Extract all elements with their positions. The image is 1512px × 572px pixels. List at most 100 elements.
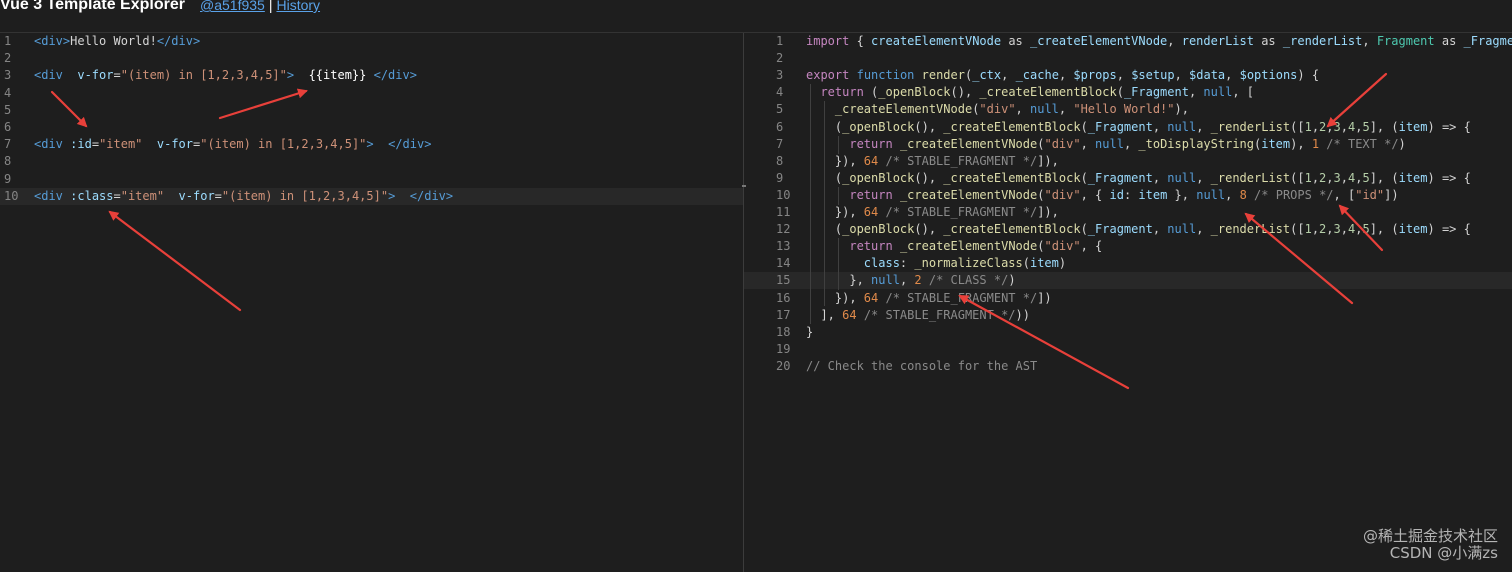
code-line: 7 return _createElementVNode("div", null… — [744, 136, 1512, 153]
code-token: /* STABLE_FRAGMENT */ — [885, 290, 1038, 305]
code-token: ) { — [1297, 68, 1320, 83]
code-token: item — [1261, 136, 1291, 151]
code-token: , — [1225, 187, 1240, 202]
watermark-line-2: CSDN @小满zs — [1389, 544, 1498, 562]
code-text: }), 64 /* STABLE_FRAGMENT */]) — [806, 290, 1052, 307]
code-token: , { — [1080, 239, 1103, 254]
line-number: 8 — [4, 154, 12, 169]
code-line: 14 class: _normalizeClass(item) — [744, 255, 1512, 272]
code-token: null — [1203, 85, 1233, 100]
code-token: ], ( — [1369, 222, 1399, 237]
code-token: $setup — [1131, 68, 1175, 83]
code-token: }), — [806, 153, 864, 168]
code-token: _openBlock — [842, 222, 915, 237]
code-token: ) => { — [1427, 222, 1471, 237]
code-token: "div" — [1044, 239, 1081, 254]
code-token: "(item) in [1,2,3,4,5]" — [221, 188, 389, 203]
code-token: }), — [806, 290, 864, 305]
code-text: (_openBlock(), _createElementBlock(_Frag… — [806, 170, 1471, 187]
code-token: _openBlock — [878, 85, 951, 100]
line-number: 4 — [776, 85, 784, 100]
code-token: function — [856, 68, 915, 83]
code-token: ]) — [1037, 290, 1052, 305]
code-token: _renderList — [1210, 222, 1291, 237]
code-token: v-for — [156, 137, 193, 152]
template-editor[interactable]: 1 <div>Hello World!</div> 2 3 <div v-for="(i… — [0, 33, 743, 572]
code-token: )) — [1015, 307, 1030, 322]
commit-link[interactable]: @a51f935 — [200, 0, 265, 13]
code-token: _ctx — [972, 68, 1002, 83]
code-token: _openBlock — [842, 119, 915, 134]
code-token: <div — [34, 68, 63, 83]
code-token: ]) — [1384, 187, 1399, 202]
line-number: 16 — [776, 290, 791, 305]
code-token: null — [1196, 187, 1226, 202]
line-number: 2 — [776, 51, 784, 66]
line-number: 3 — [776, 68, 784, 83]
header-links: @a51f935 | History — [200, 0, 320, 13]
line-number: 5 — [4, 102, 12, 117]
code-token: ) => { — [1427, 119, 1471, 134]
line-number: 6 — [4, 120, 12, 134]
code-token: _createElementVNode — [899, 136, 1038, 151]
code-token: , — [1311, 222, 1320, 237]
code-token: class — [863, 256, 900, 271]
watermark-line-1: @稀土掘金技术社区 — [1362, 527, 1498, 545]
code-token: 5 — [1362, 222, 1370, 237]
code-token: , — [1123, 136, 1139, 151]
code-line: 18} — [744, 324, 1512, 341]
code-token: , — [1326, 170, 1334, 185]
code-token: v-for — [178, 188, 215, 203]
code-token: v-for — [77, 68, 114, 83]
code-token: 1 — [1304, 170, 1312, 185]
code-token: _openBlock — [842, 170, 915, 185]
history-link[interactable]: History — [276, 0, 320, 13]
code-token: 3 — [1333, 222, 1341, 237]
code-token: return — [849, 187, 893, 202]
code-token: , { — [1080, 187, 1110, 202]
code-token: = — [113, 188, 121, 203]
code-line: 13 return _createElementVNode("div", { — [744, 238, 1512, 255]
code-token: ), — [1290, 136, 1312, 151]
code-token: = — [214, 188, 222, 203]
code-line: 2 — [744, 50, 1512, 67]
code-token: ( — [1022, 256, 1030, 271]
code-line: 16 }), 64 /* STABLE_FRAGMENT */]) — [744, 290, 1512, 307]
code-token: as — [1253, 34, 1283, 48]
code-token: $props — [1073, 68, 1117, 83]
code-token: : — [1123, 187, 1139, 202]
code-token: ], ( — [1369, 119, 1399, 134]
code-token: as — [1001, 34, 1030, 48]
code-text: <div>Hello World!</div> — [34, 33, 200, 50]
line-number: 9 — [4, 171, 12, 186]
code-token: }), — [806, 205, 864, 219]
code-token: , — [1326, 222, 1334, 237]
code-token: 5 — [1362, 119, 1370, 134]
code-token: > — [366, 137, 374, 152]
code-text: ], 64 /* STABLE_FRAGMENT */)) — [806, 307, 1030, 324]
code-token: ]), — [1037, 153, 1059, 168]
code-line: 8 }), 64 /* STABLE_FRAGMENT */]), — [744, 153, 1512, 170]
code-token: } — [806, 324, 814, 339]
code-text: return _createElementVNode("div", { id: … — [806, 187, 1399, 204]
line-number: 19 — [776, 341, 791, 356]
code-token: 2 — [914, 273, 922, 288]
line-number: 13 — [776, 239, 791, 254]
code-text: }), 64 /* STABLE_FRAGMENT */]), — [806, 153, 1059, 170]
code-token: /* TEXT */ — [1326, 136, 1399, 151]
line-number: 18 — [776, 324, 791, 339]
code-token: null — [1167, 119, 1197, 134]
code-token: (), — [914, 170, 944, 185]
code-token: _renderList — [1210, 170, 1291, 185]
link-separator: | — [268, 0, 273, 13]
code-token: null — [1030, 102, 1059, 117]
code-line: 17 ], 64 /* STABLE_FRAGMENT */)) — [744, 307, 1512, 324]
code-token: _Fragment — [1123, 85, 1189, 100]
code-token: 1 — [1304, 222, 1312, 237]
code-text: }), 64 /* STABLE_FRAGMENT */]), — [806, 204, 1059, 221]
